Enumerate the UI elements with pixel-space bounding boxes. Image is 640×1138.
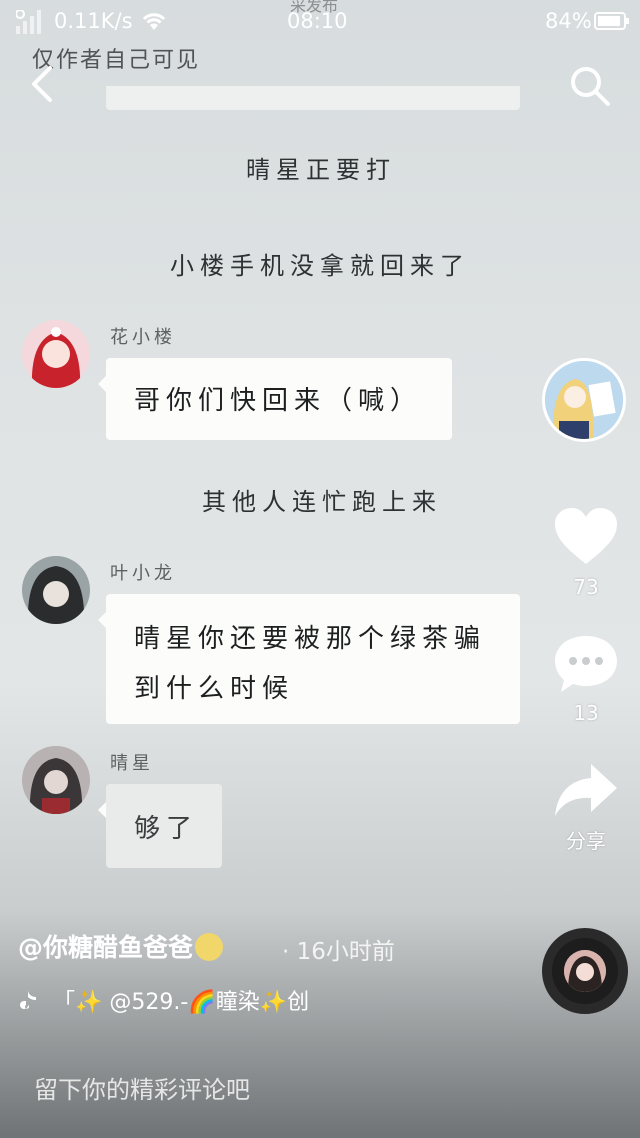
sender-name: 叶小龙 <box>110 563 176 584</box>
post-time: · 16小时前 <box>282 939 395 965</box>
comment-input[interactable]: 留下你的精彩评论吧 <box>34 1070 250 1105</box>
avatar-hua-xiaolou <box>22 320 90 388</box>
share-button[interactable]: 分享 <box>553 762 619 854</box>
sender-name: 花小楼 <box>110 327 176 348</box>
author-avatar[interactable] <box>542 358 626 442</box>
like-count: 73 <box>573 575 599 599</box>
back-arrow-icon[interactable] <box>26 64 60 104</box>
chat-bubble: 哥你们快回来（喊） <box>98 358 452 440</box>
battery-percent: 84% <box>545 9 592 33</box>
message-text: 够了 <box>134 814 199 844</box>
search-icon[interactable] <box>568 64 612 108</box>
like-button[interactable]: 73 <box>553 506 619 599</box>
music-cover-avatar <box>564 950 606 992</box>
chat-bubble-partial <box>106 86 520 110</box>
chat-bubble: 晴星你还要被那个绿茶骗 到什么时候 <box>98 594 520 724</box>
share-arrow-icon <box>555 764 617 816</box>
battery-icon <box>594 12 629 30</box>
signal-icon <box>16 10 41 34</box>
narration-text: 小楼手机没拿就回来了 <box>170 252 470 280</box>
message-text: 哥你们快回来（喊） <box>134 386 423 416</box>
music-text: 「✨ @529.-🌈瞳染✨创 <box>53 990 310 1015</box>
network-speed: 0.11K/s <box>54 9 133 33</box>
message-text: 到什么时候 <box>134 674 295 704</box>
comment-bubble-icon <box>555 636 617 692</box>
heart-icon <box>555 508 617 564</box>
tiktok-note-icon <box>20 991 36 1009</box>
chat-bubble: 够了 <box>98 784 222 868</box>
avatar-qing-xing <box>22 746 90 814</box>
comment-button[interactable]: 13 <box>553 632 619 725</box>
faded-header-text: 采发布 <box>290 0 339 15</box>
sender-name: 晴星 <box>110 753 154 774</box>
message-text: 晴星你还要被那个绿茶骗 <box>134 624 487 654</box>
music-disc[interactable] <box>542 928 628 1014</box>
narration-text: 晴星正要打 <box>246 156 396 184</box>
wifi-icon <box>142 13 166 30</box>
moon-emoji-icon <box>195 933 224 961</box>
author-handle-text: @你糖醋鱼爸爸 <box>18 933 194 962</box>
avatar-ye-xiaolong <box>22 556 90 624</box>
comment-count: 13 <box>573 701 599 725</box>
share-label: 分享 <box>566 829 606 853</box>
narration-text: 其他人连忙跑上来 <box>202 488 442 516</box>
music-info[interactable]: 「✨ @529.-🌈瞳染✨创 <box>18 984 309 1016</box>
author-handle[interactable]: @你糖醋鱼爸爸 <box>18 928 224 964</box>
post-time-text: 16小时前 <box>296 939 395 965</box>
